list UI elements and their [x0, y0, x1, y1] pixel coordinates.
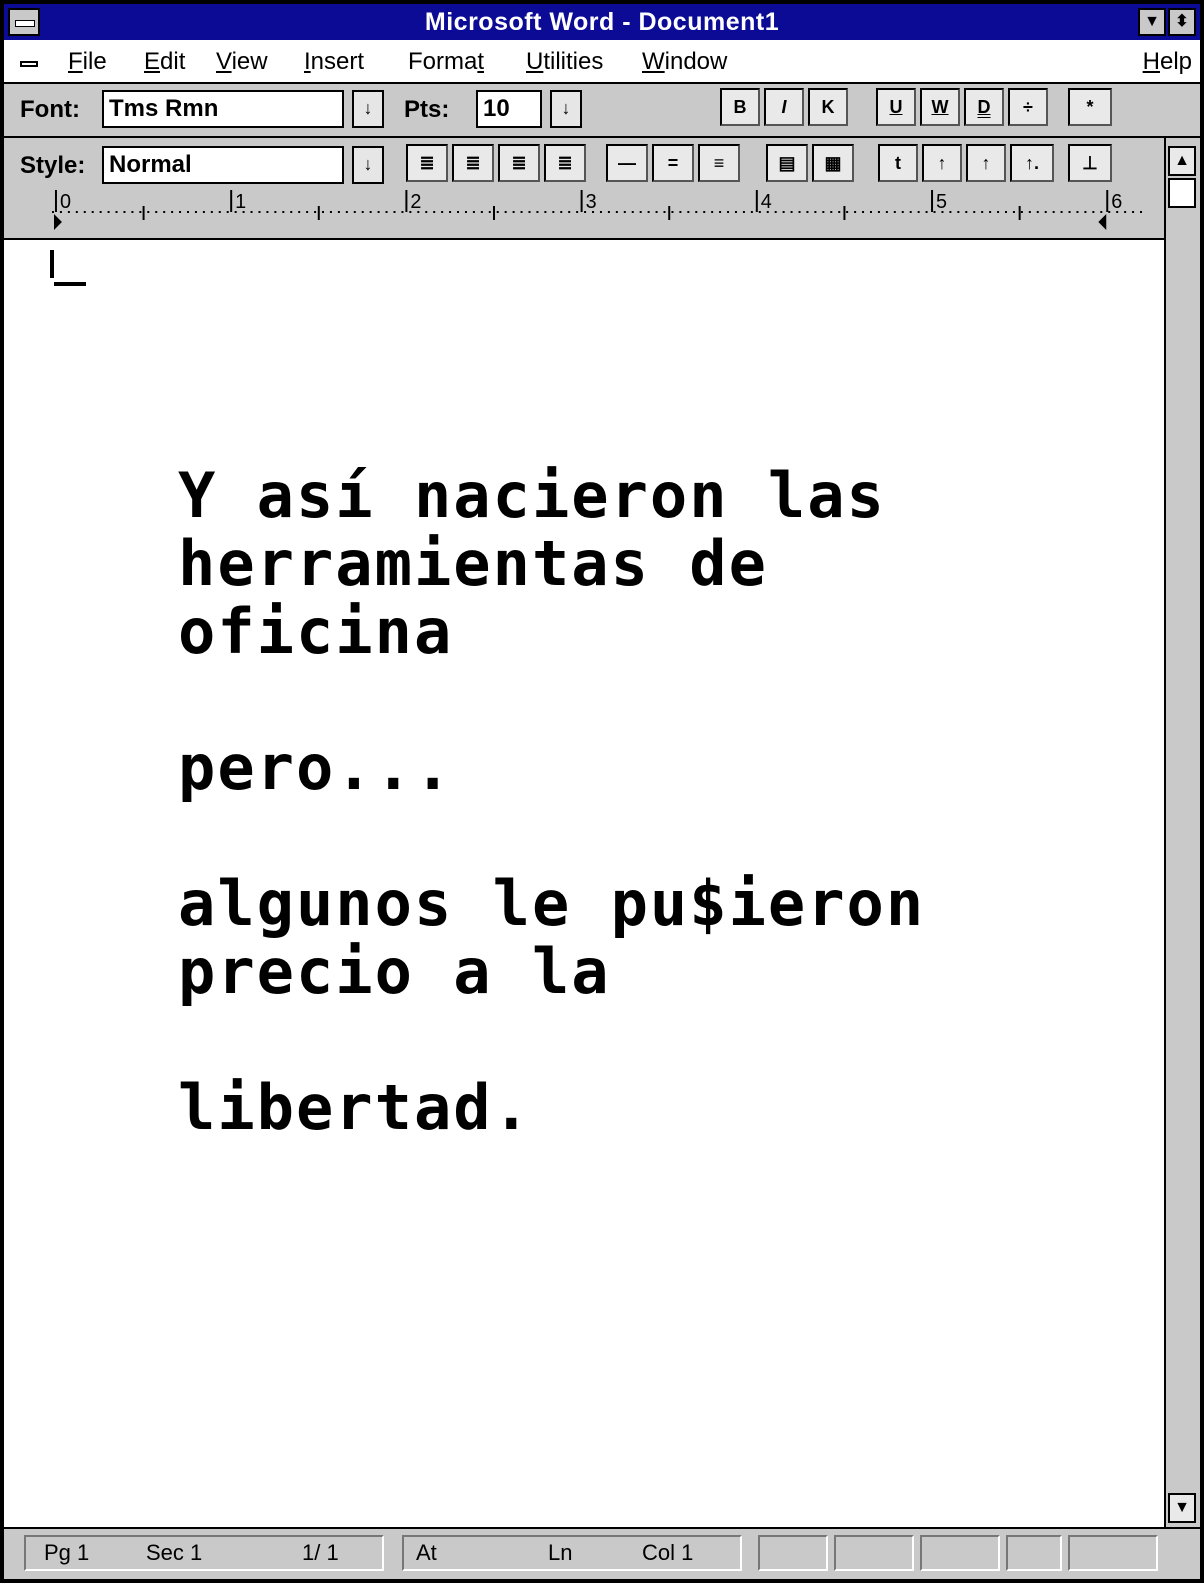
status-indicator: [1068, 1535, 1158, 1571]
style-name-field[interactable]: Normal: [102, 146, 344, 184]
align-justify-button[interactable]: ≣: [544, 144, 586, 182]
small-caps-button[interactable]: K: [808, 88, 848, 126]
doc-line: precio a la: [178, 935, 611, 1008]
style-dropdown-button[interactable]: ↓: [352, 146, 384, 184]
align-right-button[interactable]: ≣: [498, 144, 540, 182]
right-indent-marker: [1098, 214, 1107, 230]
menu-help[interactable]: Help: [1143, 48, 1192, 76]
word-window: Microsoft Word - Document1 ▼ ⬍ File Edit…: [0, 0, 1204, 1583]
vertical-scrollbar[interactable]: ▲ ▼: [1164, 138, 1200, 1527]
window-title: Microsoft Word - Document1: [424, 8, 780, 36]
doc-line: [178, 802, 925, 870]
double-spacing-button[interactable]: ≡: [698, 144, 740, 182]
ruler-label: 5: [936, 191, 947, 213]
show-all-button[interactable]: *: [1068, 88, 1112, 126]
ruler-ticks: 0 1 2 3 4 5 6: [52, 190, 1142, 230]
minimize-button[interactable]: ▼: [1138, 8, 1166, 36]
ruler-bar: Style: Normal ↓ ≣ ≣ ≣ ≣ — = ≡ ▤ ▦ t ↑ ↑ …: [4, 138, 1200, 240]
menu-window[interactable]: Window: [642, 48, 727, 76]
doc-line: herramientas de: [178, 527, 768, 600]
status-page-section: Pg 1 Sec 1 1/ 1: [24, 1535, 384, 1571]
underline-button[interactable]: U: [876, 88, 916, 126]
menu-insert[interactable]: Insert: [304, 48, 364, 76]
title-bar: Microsoft Word - Document1 ▼ ⬍: [4, 4, 1200, 40]
ruler-label: 2: [410, 191, 421, 213]
scroll-thumb[interactable]: [1168, 178, 1196, 208]
status-position: At Ln Col 1: [402, 1535, 742, 1571]
right-tab-button[interactable]: ↑: [966, 144, 1006, 182]
restore-button[interactable]: ⬍: [1168, 8, 1196, 36]
doc-line: oficina: [178, 595, 454, 668]
scroll-up-button[interactable]: ▲: [1168, 146, 1196, 176]
doc-line: algunos le pu$ieron: [178, 867, 926, 940]
menu-file[interactable]: File: [68, 48, 107, 76]
ribbon: Font: Tms Rmn ↓ Pts: 10 ↓ B I K U W D ÷ …: [4, 84, 1200, 138]
font-size-dropdown-button[interactable]: ↓: [550, 90, 582, 128]
align-center-button[interactable]: ≣: [452, 144, 494, 182]
document-control-menu-icon[interactable]: [20, 61, 38, 67]
decimal-tab-button[interactable]: ↑.: [1010, 144, 1054, 182]
status-at: At: [416, 1540, 437, 1565]
doc-line: [178, 1006, 925, 1074]
doc-line: libertad.: [178, 1071, 532, 1144]
style-label: Style:: [20, 152, 86, 179]
status-column: Col 1: [642, 1540, 694, 1565]
center-tab-button[interactable]: ↑: [922, 144, 962, 182]
status-indicator: [1006, 1535, 1062, 1571]
one-half-spacing-button[interactable]: =: [652, 144, 694, 182]
status-page: Pg 1: [44, 1540, 90, 1565]
menu-utilities[interactable]: Utilities: [526, 48, 603, 76]
menu-format[interactable]: Format: [408, 48, 484, 76]
single-spacing-button[interactable]: —: [606, 144, 648, 182]
doc-line: Y así nacieron las: [178, 459, 886, 532]
font-dropdown-button[interactable]: ↓: [352, 90, 384, 128]
doc-line: [178, 666, 925, 734]
ruler-label: 1: [235, 191, 246, 213]
ruler-toggle-button[interactable]: ⊥: [1068, 144, 1112, 182]
close-paragraph-space-button[interactable]: ▤: [766, 144, 808, 182]
ruler-label: 4: [761, 191, 772, 213]
superscript-subscript-button[interactable]: ÷: [1008, 88, 1048, 126]
font-label: Font:: [20, 96, 80, 123]
document-text: Y así nacieron las herramientas de ofici…: [178, 462, 925, 1142]
status-section: Sec 1: [146, 1540, 203, 1565]
status-indicator: [920, 1535, 1000, 1571]
ruler-label: 6: [1111, 191, 1122, 213]
word-underline-button[interactable]: W: [920, 88, 960, 126]
end-of-document-mark: [54, 282, 86, 286]
left-indent-marker: [53, 214, 62, 230]
text-caret: [50, 250, 54, 278]
status-bar: Pg 1 Sec 1 1/ 1 At Ln Col 1: [4, 1527, 1200, 1579]
double-underline-button[interactable]: D: [964, 88, 1004, 126]
document-area[interactable]: Y así nacieron las herramientas de ofici…: [4, 240, 1164, 1527]
align-left-button[interactable]: ≣: [406, 144, 448, 182]
menu-bar: File Edit View Insert Format Utilities W…: [4, 40, 1200, 84]
italic-button[interactable]: I: [764, 88, 804, 126]
left-tab-button[interactable]: t: [878, 144, 918, 182]
open-paragraph-space-button[interactable]: ▦: [812, 144, 854, 182]
bold-button[interactable]: B: [720, 88, 760, 126]
menu-edit[interactable]: Edit: [144, 48, 185, 76]
status-line: Ln: [548, 1540, 573, 1565]
status-page-count: 1/ 1: [302, 1540, 339, 1565]
horizontal-ruler[interactable]: 0 1 2 3 4 5 6: [52, 190, 1142, 236]
menu-view[interactable]: View: [216, 48, 268, 76]
doc-line: pero...: [178, 731, 454, 804]
ruler-label: 0: [60, 191, 71, 213]
font-size-field[interactable]: 10: [476, 90, 542, 128]
scroll-down-button[interactable]: ▼: [1168, 1493, 1196, 1523]
status-indicator: [834, 1535, 914, 1571]
pts-label: Pts:: [404, 96, 450, 123]
font-name-field[interactable]: Tms Rmn: [102, 90, 344, 128]
status-indicator: [758, 1535, 828, 1571]
ruler-label: 3: [586, 191, 597, 213]
